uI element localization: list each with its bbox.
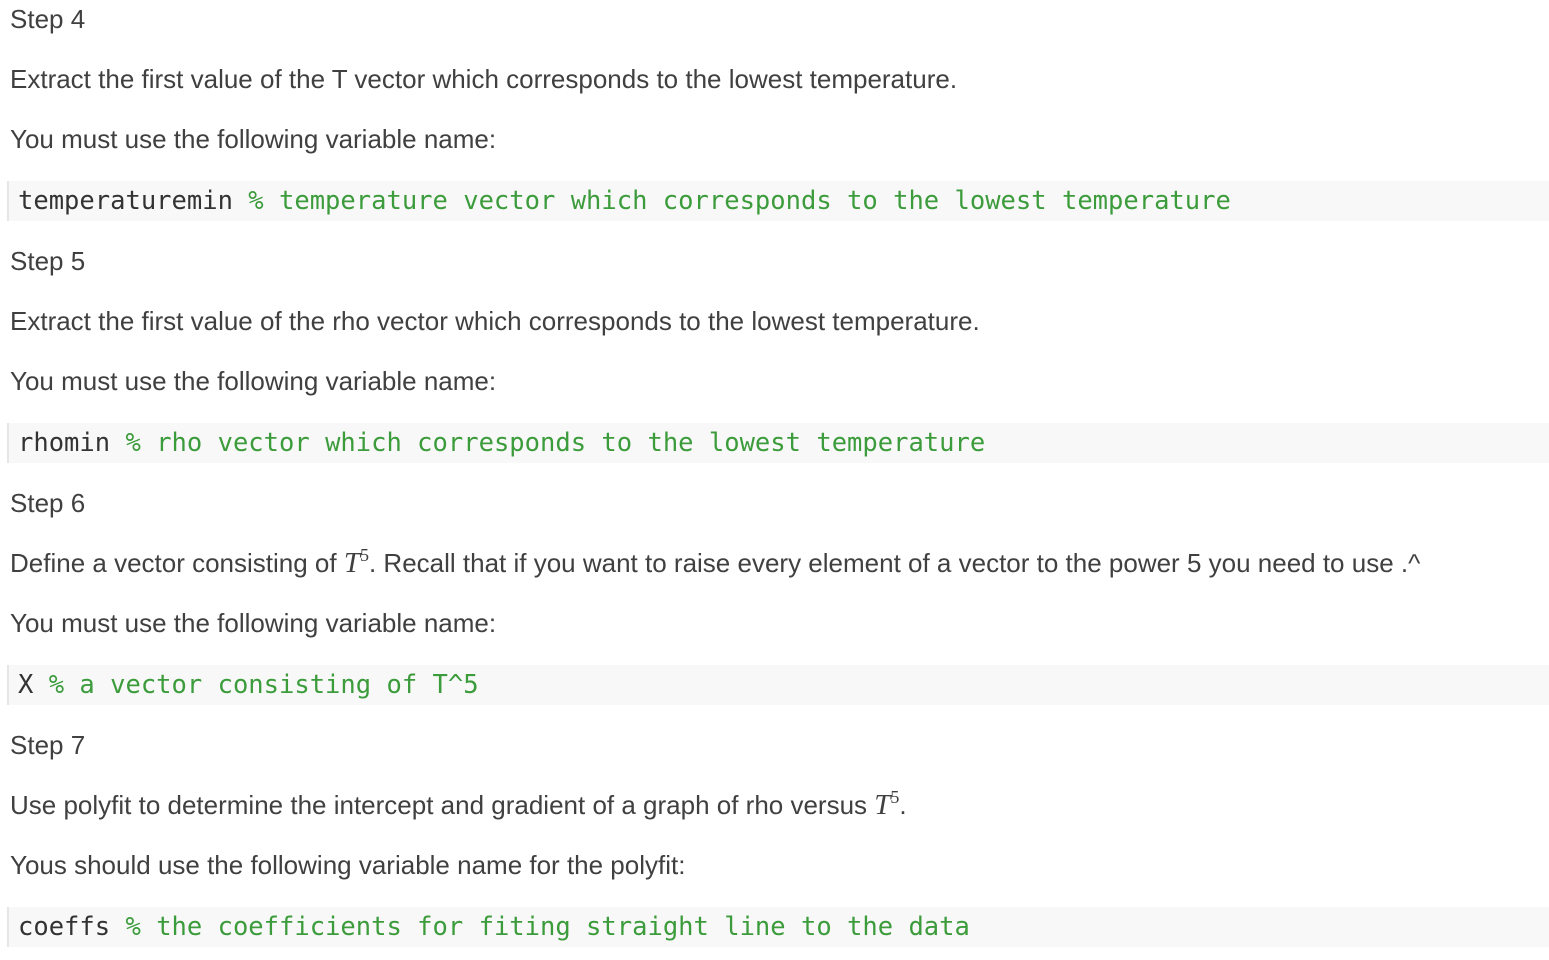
- instruction-text-before: Define a vector consisting of: [10, 548, 344, 578]
- step-4-variable-prompt: You must use the following variable name…: [10, 124, 496, 154]
- variable-prompt-text: You must use the following variable name…: [10, 124, 497, 154]
- step-title: Step 6: [10, 488, 86, 518]
- code-variable: rhomin: [18, 428, 111, 458]
- step-4-code-block: temperaturemin % temperature vector whic…: [7, 181, 1549, 221]
- step-title: Step 7: [10, 730, 86, 760]
- instruction-text: Extract the first value of the T vector …: [10, 64, 958, 94]
- instruction-text-before: Use polyfit to determine the intercept a…: [10, 790, 875, 820]
- step-4-heading: Step 4: [10, 4, 85, 34]
- instruction-text-after: .: [899, 790, 907, 820]
- step-4-instruction: Extract the first value of the T vector …: [10, 64, 957, 94]
- instruction-text-after: . Recall that if you want to raise every…: [368, 548, 1421, 578]
- code-block: coeffs % the coefficients for fiting str…: [7, 907, 1549, 947]
- step-7-code-block: coeffs % the coefficients for fiting str…: [7, 907, 1549, 947]
- step-5-code-block: rhomin % rho vector which corresponds to…: [7, 423, 1549, 463]
- step-5-instruction: Extract the first value of the rho vecto…: [10, 306, 980, 336]
- math-exponent: 5: [359, 545, 369, 565]
- step-7-heading: Step 7: [10, 730, 85, 760]
- step-7-variable-prompt: Yous should use the following variable n…: [10, 850, 685, 880]
- math-base: T: [874, 789, 891, 821]
- code-comment: % rho vector which corresponds to the lo…: [125, 428, 986, 458]
- code-block: rhomin % rho vector which corresponds to…: [7, 423, 1549, 463]
- math-expression: T5: [874, 788, 899, 821]
- step-6-variable-prompt: You must use the following variable name…: [10, 608, 496, 638]
- step-7-instruction: Use polyfit to determine the intercept a…: [10, 788, 907, 821]
- step-6-code-block: X % a vector consisting of T^5: [7, 665, 1549, 705]
- code-comment: % a vector consisting of T^5: [48, 670, 479, 700]
- instruction-text: Use polyfit to determine the intercept a…: [10, 788, 907, 821]
- step-title: Step 4: [10, 4, 86, 34]
- code-block: temperaturemin % temperature vector whic…: [7, 181, 1549, 221]
- code-block: X % a vector consisting of T^5: [7, 665, 1549, 705]
- math-base: T: [343, 547, 360, 579]
- step-6-heading: Step 6: [10, 488, 85, 518]
- step-title: Step 5: [10, 246, 86, 276]
- instruction-text: Define a vector consisting of T5. Recall…: [10, 545, 1421, 579]
- math-expression: T5: [343, 545, 369, 579]
- step-6-instruction: Define a vector consisting of T5. Recall…: [10, 545, 1421, 579]
- step-5-heading: Step 5: [10, 246, 85, 276]
- code-variable: X: [18, 670, 34, 700]
- code-variable: coeffs: [18, 912, 111, 942]
- instruction-text: Extract the first value of the rho vecto…: [10, 306, 980, 336]
- step-5-variable-prompt: You must use the following variable name…: [10, 366, 496, 396]
- variable-prompt-text: Yous should use the following variable n…: [10, 850, 686, 880]
- code-comment: % the coefficients for fiting straight l…: [125, 912, 970, 942]
- variable-prompt-text: You must use the following variable name…: [10, 366, 497, 396]
- code-variable: temperaturemin: [18, 186, 233, 216]
- code-comment: % temperature vector which corresponds t…: [248, 186, 1231, 216]
- variable-prompt-text: You must use the following variable name…: [10, 608, 497, 638]
